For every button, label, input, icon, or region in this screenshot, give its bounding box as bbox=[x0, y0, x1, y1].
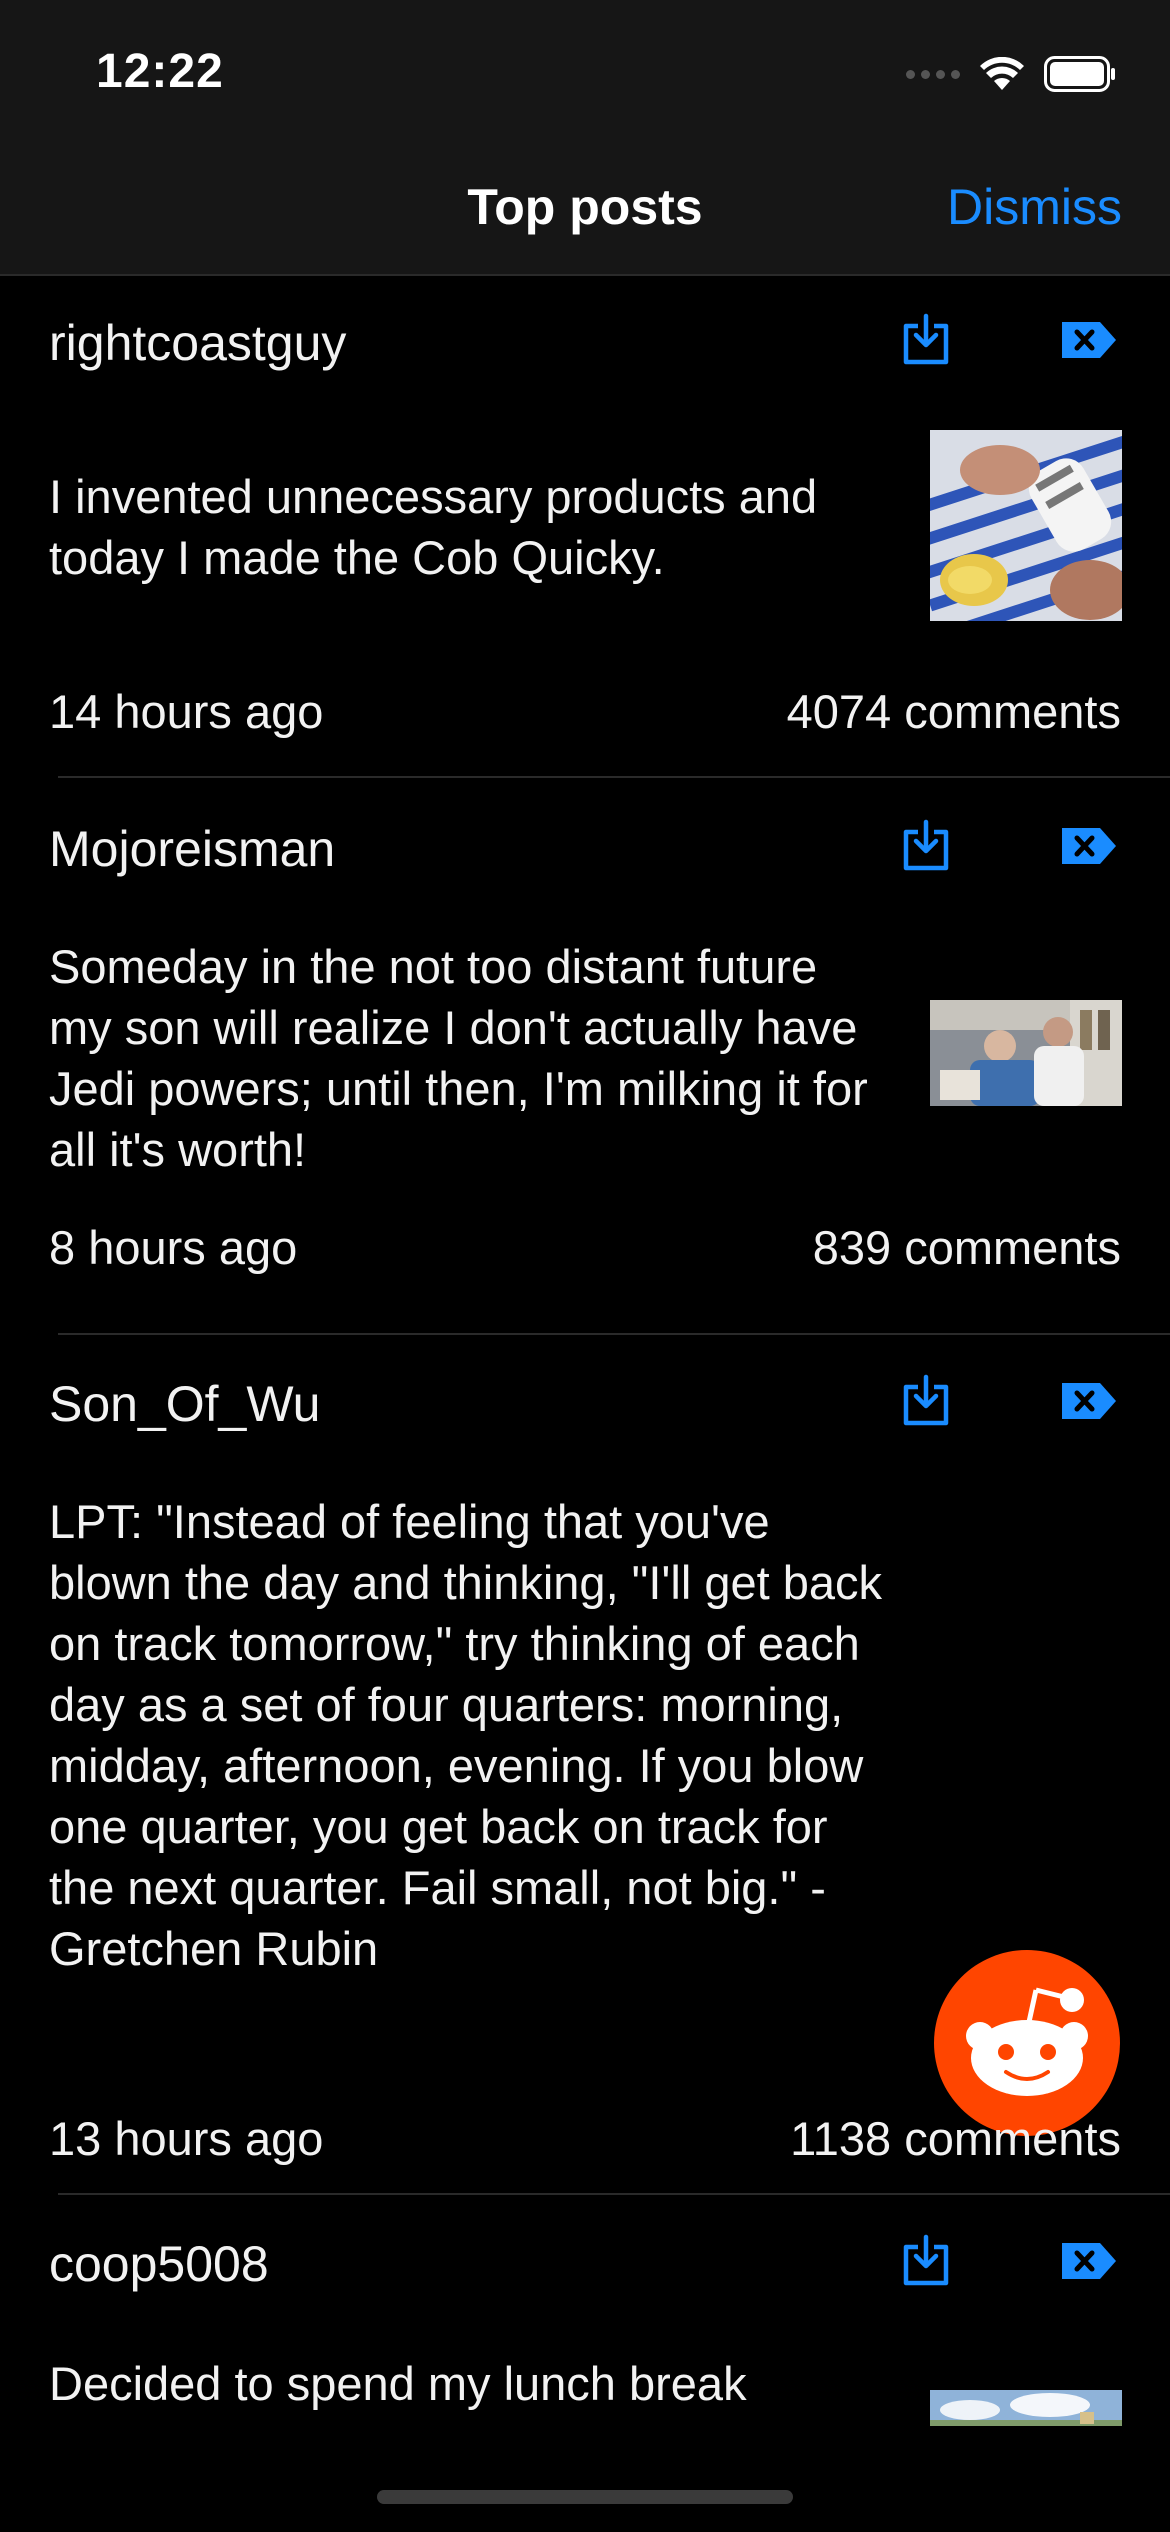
post-thumbnail[interactable] bbox=[930, 430, 1122, 621]
post-list[interactable]: rightcoastguy I invented unnecessary pro… bbox=[0, 276, 1170, 2426]
photo-striped-shirt-corn bbox=[930, 430, 1122, 621]
dismiss-post-icon[interactable] bbox=[1058, 816, 1118, 876]
post-title: Decided to spend my lunch break bbox=[49, 2357, 747, 2410]
post-comments[interactable]: 1138 comments bbox=[790, 2111, 1121, 2166]
reddit-logo-icon[interactable] bbox=[932, 1948, 1122, 2138]
post-title: I invented unnecessary products and toda… bbox=[49, 470, 818, 584]
dismiss-post-icon[interactable] bbox=[1058, 2231, 1118, 2291]
download-icon[interactable] bbox=[896, 1371, 956, 1431]
post-card[interactable]: rightcoastguy I invented unnecessary pro… bbox=[0, 276, 1170, 778]
post-time: 8 hours ago bbox=[49, 1221, 298, 1274]
post-author: Mojoreisman bbox=[49, 821, 336, 877]
battery-icon bbox=[1044, 56, 1115, 92]
post-time: 14 hours ago bbox=[49, 685, 324, 738]
status-time: 12:22 bbox=[96, 45, 224, 98]
post-thumbnail[interactable] bbox=[930, 1000, 1122, 1106]
post-time: 13 hours ago bbox=[49, 2112, 324, 2165]
wifi-icon bbox=[980, 57, 1024, 90]
photo-sky-landscape bbox=[930, 2390, 1122, 2426]
dismiss-button[interactable]: Dismiss bbox=[947, 178, 1122, 236]
download-icon[interactable] bbox=[896, 310, 956, 370]
screen: 12:22 Top posts Dismiss rightcoastguy I … bbox=[0, 0, 1170, 2532]
post-card[interactable]: coop5008 Decided to spend my lunch break bbox=[0, 2195, 1170, 2426]
status-icons bbox=[906, 52, 1116, 96]
post-author: rightcoastguy bbox=[49, 315, 347, 371]
post-card[interactable]: Mojoreisman Someday in the not too dista… bbox=[0, 778, 1170, 1335]
navigation-bar: 12:22 Top posts Dismiss bbox=[0, 0, 1170, 276]
post-comments[interactable]: 839 comments bbox=[813, 1220, 1121, 1275]
cellular-signal-icon bbox=[906, 69, 960, 79]
post-comments[interactable]: 4074 comments bbox=[787, 684, 1121, 739]
post-card[interactable]: Son_Of_Wu LPT: "Instead of feeling that … bbox=[0, 1335, 1170, 2195]
home-indicator[interactable] bbox=[377, 2490, 793, 2504]
post-author: Son_Of_Wu bbox=[49, 1376, 321, 1432]
download-icon[interactable] bbox=[896, 816, 956, 876]
post-author: coop5008 bbox=[49, 2236, 269, 2292]
dismiss-post-icon[interactable] bbox=[1058, 310, 1118, 370]
download-icon[interactable] bbox=[896, 2231, 956, 2291]
post-thumbnail[interactable] bbox=[930, 2390, 1122, 2426]
post-title: Someday in the not too distant future my… bbox=[49, 940, 868, 1176]
dismiss-post-icon[interactable] bbox=[1058, 1371, 1118, 1431]
photo-father-and-son bbox=[930, 1000, 1122, 1106]
post-title: LPT: "Instead of feeling that you've blo… bbox=[49, 1495, 883, 1975]
